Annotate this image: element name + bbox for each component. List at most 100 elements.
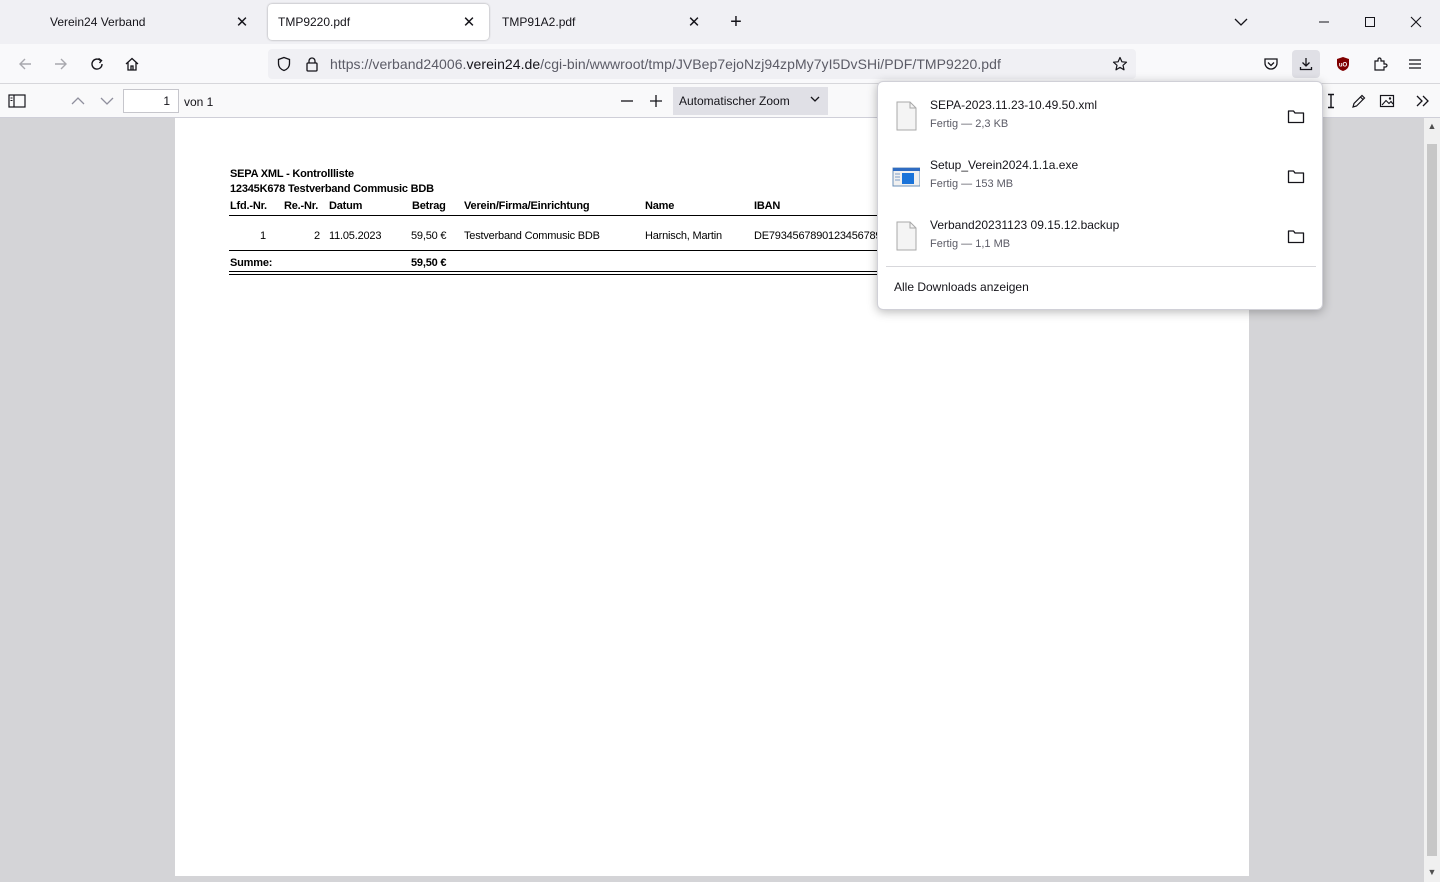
- zoom-out-button[interactable]: [614, 88, 640, 114]
- close-tab-icon[interactable]: ✕: [232, 12, 252, 32]
- download-status: Fertig — 1,1 MB: [930, 238, 1011, 250]
- total-rule-top: [229, 271, 889, 272]
- download-filename: Verband20231123 09.15.12.backup: [930, 218, 1120, 232]
- tab-tmp9220[interactable]: TMP9220.pdf ✕: [268, 4, 489, 40]
- toggle-sidebar-button[interactable]: [4, 88, 30, 114]
- tab-title: Verein24 Verband: [50, 15, 146, 29]
- table-cell: 59,50 €: [411, 230, 447, 242]
- tab-title: TMP9220.pdf: [278, 15, 351, 29]
- total-rule-bottom: [229, 274, 889, 275]
- show-all-downloads-button[interactable]: Alle Downloads anzeigen: [894, 280, 1029, 294]
- zoom-select[interactable]: Automatischer Zoom: [673, 87, 828, 115]
- table-cell: 1: [260, 230, 266, 242]
- download-filename: SEPA-2023.11.23-10.49.50.xml: [930, 98, 1097, 112]
- scroll-up-arrow-icon[interactable]: ▲: [1424, 118, 1440, 134]
- scroll-down-arrow-icon[interactable]: ▼: [1424, 864, 1440, 880]
- next-page-button[interactable]: [94, 88, 120, 114]
- back-arrow-icon: [19, 58, 31, 70]
- pocket-icon: [1264, 58, 1278, 70]
- new-tab-button[interactable]: +: [724, 10, 748, 34]
- table-cell: 11.05.2023: [329, 230, 382, 242]
- reload-button[interactable]: [83, 50, 111, 78]
- url-text[interactable]: https://verband24006.verein24.de/cgi-bin…: [330, 56, 1001, 72]
- row-rule: [229, 250, 889, 251]
- close-tab-icon[interactable]: ✕: [684, 12, 704, 32]
- more-tools-button[interactable]: [1410, 88, 1436, 114]
- bookmark-star-icon[interactable]: [1112, 56, 1128, 72]
- svg-text:uO: uO: [1339, 63, 1348, 69]
- home-icon: [125, 57, 139, 71]
- tab-verein24-verband[interactable]: Verein24 Verband ✕: [40, 4, 262, 40]
- add-image-button[interactable]: [1374, 88, 1400, 114]
- column-header: IBAN: [754, 200, 781, 212]
- tracking-protection-shield-icon[interactable]: [276, 56, 292, 72]
- maximize-button[interactable]: [1347, 0, 1393, 44]
- download-item[interactable]: Verband20231123 09.15.12.backup Fertig —…: [886, 208, 1316, 264]
- lock-icon[interactable]: [305, 56, 319, 72]
- table-cell: DE79345678901234567890: [754, 230, 888, 242]
- minimize-icon: [1319, 21, 1329, 23]
- total-label: Summe:: [230, 257, 273, 269]
- download-status: Fertig — 153 MB: [930, 178, 1014, 190]
- ublock-origin-button[interactable]: uO: [1329, 50, 1357, 78]
- puzzle-icon: [1374, 57, 1388, 71]
- column-header: Name: [645, 200, 675, 212]
- double-chevron-right-icon: [1416, 95, 1429, 107]
- back-button[interactable]: [11, 50, 39, 78]
- zoom-value: Automatischer Zoom: [679, 94, 790, 108]
- folder-icon: [1287, 229, 1305, 243]
- tab-strip: Verein24 Verband ✕ TMP9220.pdf ✕ TMP91A2…: [0, 0, 1440, 44]
- page-count-label: von 1: [184, 95, 214, 109]
- show-in-folder-button[interactable]: [1284, 164, 1308, 188]
- reload-icon: [91, 57, 103, 70]
- table-cell: Harnisch, Martin: [645, 230, 722, 242]
- tab-tmp91a2[interactable]: TMP91A2.pdf ✕: [492, 4, 714, 40]
- report-subtitle: 12345K678 Testverband Commusic BDB: [230, 183, 434, 195]
- page-number-input[interactable]: 1: [123, 89, 179, 113]
- downloads-button[interactable]: [1292, 50, 1320, 78]
- previous-page-button[interactable]: [65, 88, 91, 114]
- zoom-in-button[interactable]: [643, 88, 669, 114]
- forward-arrow-icon: [55, 58, 67, 70]
- pen-icon: [1352, 94, 1366, 108]
- url-host: verein24.de: [466, 56, 541, 72]
- close-icon: [1410, 16, 1422, 28]
- minimize-button[interactable]: [1301, 0, 1347, 44]
- total-value: 59,50 €: [411, 257, 447, 269]
- download-status: Fertig — 2,3 KB: [930, 118, 1009, 130]
- ublock-shield-icon: uO: [1337, 57, 1349, 71]
- url-bar[interactable]: https://verband24006.verein24.de/cgi-bin…: [268, 49, 1136, 79]
- column-header: Re.-Nr.: [284, 200, 319, 212]
- table-cell: Testverband Commusic BDB: [464, 230, 600, 242]
- draw-tool-button[interactable]: [1346, 88, 1372, 114]
- close-window-button[interactable]: [1393, 0, 1439, 44]
- list-all-tabs-button[interactable]: [1229, 10, 1253, 34]
- close-tab-icon[interactable]: ✕: [459, 12, 479, 32]
- app-menu-button[interactable]: [1401, 50, 1429, 78]
- download-icon: [1299, 58, 1313, 71]
- vertical-scrollbar[interactable]: ▲ ▼: [1424, 118, 1440, 882]
- file-icon: [896, 221, 917, 251]
- show-in-folder-button[interactable]: [1284, 224, 1308, 248]
- show-in-folder-button[interactable]: [1284, 104, 1308, 128]
- column-header: Datum: [329, 200, 363, 212]
- plus-icon: [650, 95, 662, 107]
- forward-button[interactable]: [47, 50, 75, 78]
- hamburger-menu-icon: [1409, 59, 1421, 69]
- scrollbar-thumb[interactable]: [1427, 144, 1437, 856]
- image-icon: [1379, 94, 1395, 108]
- pocket-button[interactable]: [1257, 50, 1285, 78]
- maximize-icon: [1365, 17, 1375, 27]
- chevron-down-icon: [810, 96, 820, 102]
- downloads-panel: SEPA-2023.11.23-10.49.50.xml Fertig — 2,…: [877, 81, 1323, 310]
- download-item[interactable]: Setup_Verein2024.1.1a.exe Fertig — 153 M…: [886, 148, 1316, 204]
- navigation-toolbar: https://verband24006.verein24.de/cgi-bin…: [0, 44, 1440, 84]
- chevron-down-icon: [100, 97, 114, 105]
- chevron-up-icon: [71, 97, 85, 105]
- extensions-button[interactable]: [1366, 50, 1394, 78]
- download-item[interactable]: SEPA-2023.11.23-10.49.50.xml Fertig — 2,…: [886, 88, 1316, 144]
- download-filename: Setup_Verein2024.1.1a.exe: [930, 158, 1079, 172]
- minus-icon: [621, 100, 633, 102]
- home-button[interactable]: [118, 50, 146, 78]
- chevron-down-icon: [1234, 18, 1248, 26]
